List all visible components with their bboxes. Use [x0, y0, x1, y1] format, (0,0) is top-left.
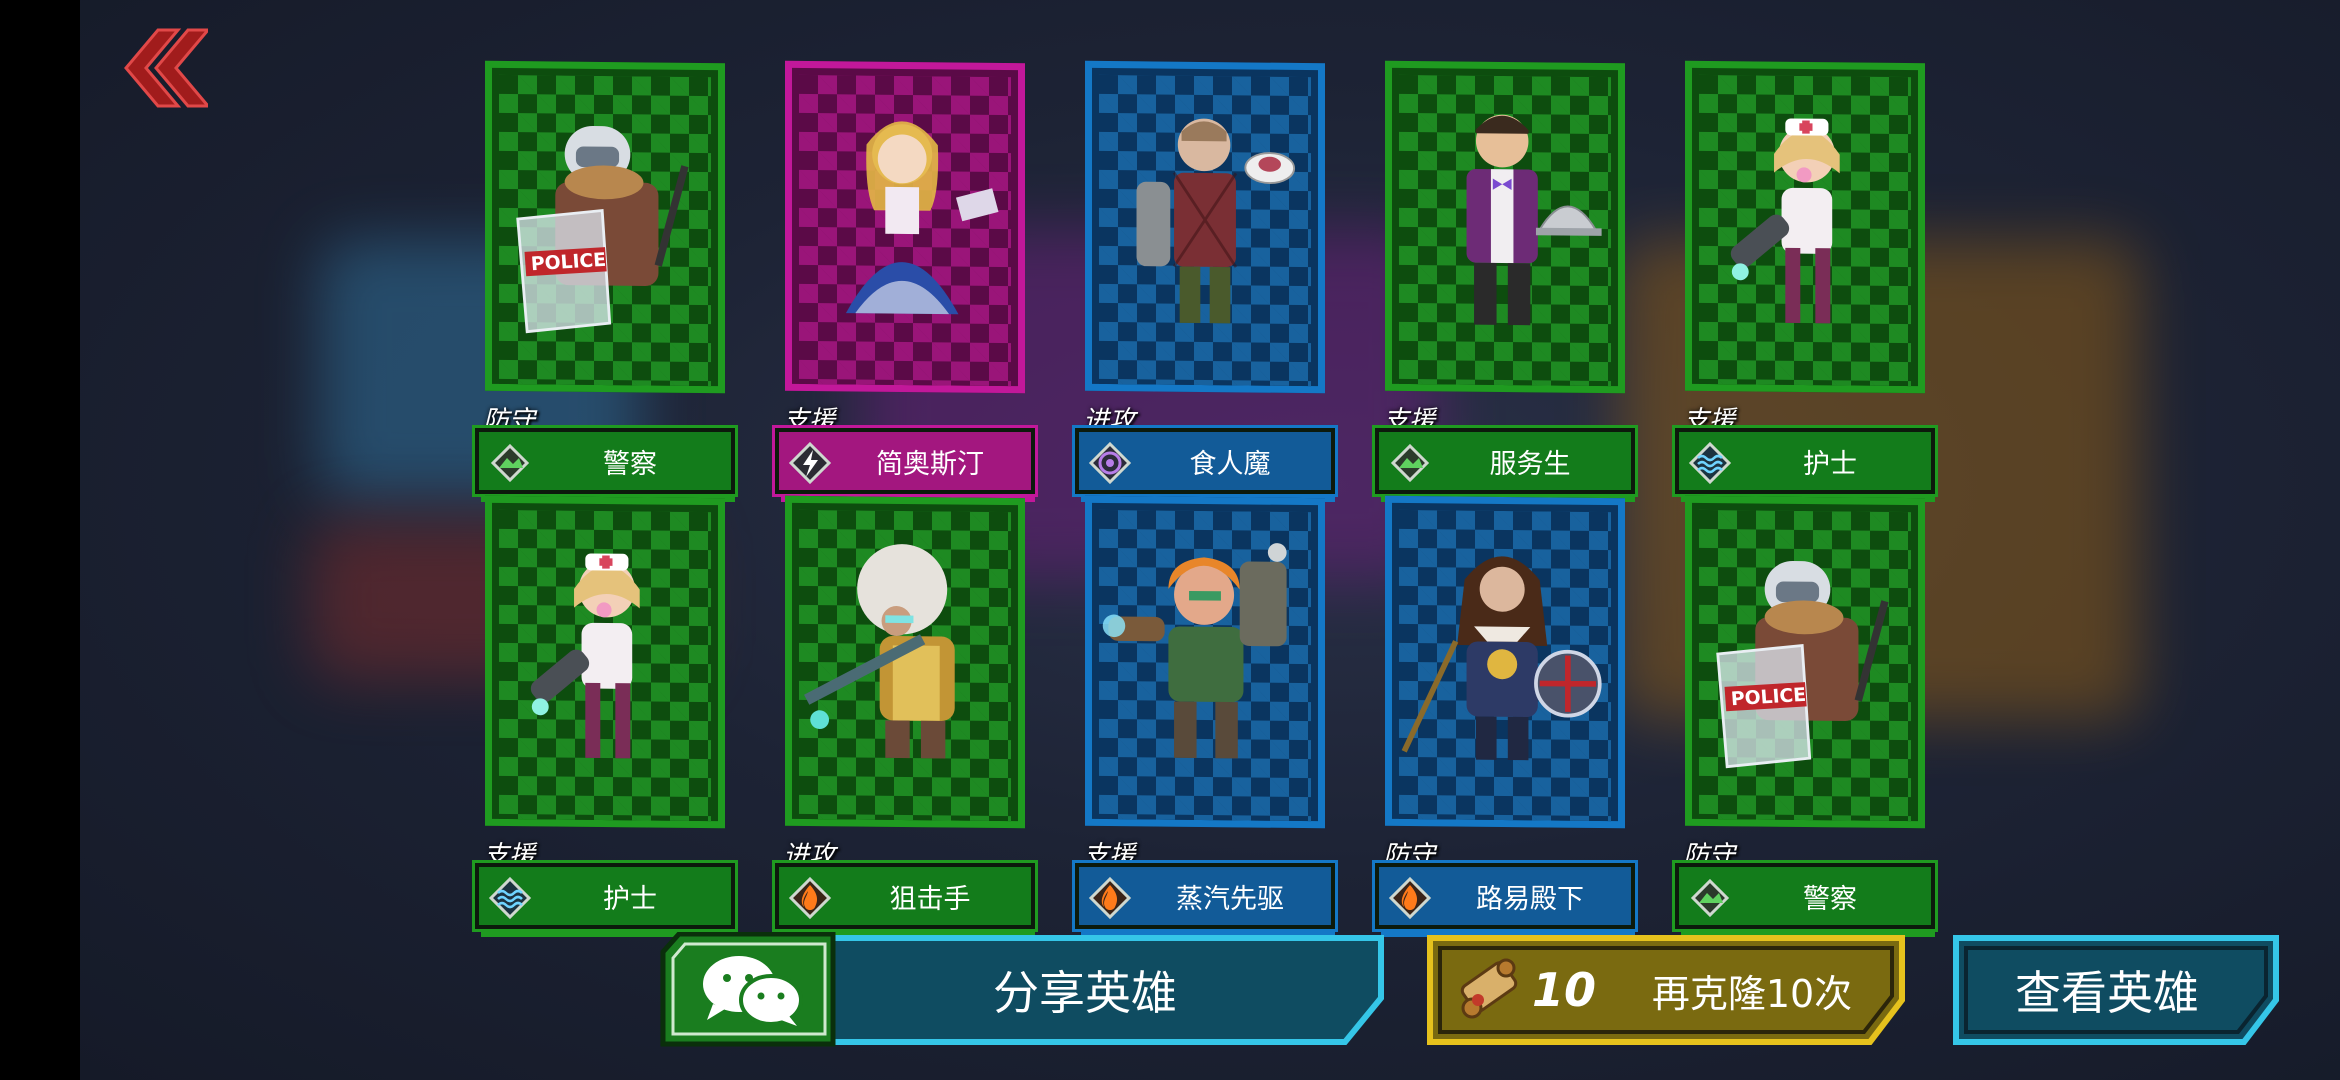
hero-name-plate: 路易殿下	[1372, 860, 1638, 932]
fire-element-icon	[1087, 875, 1133, 921]
game-screen: POLICE 防守 警察 支援 简奥斯汀 进攻 食人魔 支援 服务生 支援 护士 支援 护士	[80, 0, 2340, 1080]
double-chevron-left-icon	[124, 28, 208, 108]
water-element-icon	[1687, 440, 1733, 486]
hero-card[interactable]: POLICE 防守 警察	[472, 60, 738, 502]
hero-name-plate: 狙击手	[772, 860, 1038, 932]
hero-portrait-frame: POLICE	[1685, 495, 1925, 829]
hero-name-plate: 护士	[472, 860, 738, 932]
hero-portrait	[1399, 509, 1611, 822]
svg-text:POLICE: POLICE	[530, 250, 606, 275]
hero-card[interactable]: 防守 路易殿下	[1372, 495, 1638, 937]
hero-portrait	[1099, 74, 1311, 387]
hero-card[interactable]: 支援 服务生	[1372, 60, 1638, 502]
hero-portrait-frame	[1385, 495, 1625, 829]
hero-name-plate: 蒸汽先驱	[1072, 860, 1338, 932]
earth-element-icon	[487, 440, 533, 486]
share-hero-button[interactable]: 分享英雄	[655, 932, 1387, 1048]
hero-portrait	[1099, 509, 1311, 822]
hero-portrait-frame: POLICE	[485, 60, 725, 394]
clone-again-button[interactable]: 10 再克隆10次	[1426, 934, 1906, 1046]
hero-name-plate: 护士	[1672, 425, 1938, 497]
hero-name-label: 狙击手	[889, 883, 971, 915]
hero-portrait: POLICE	[499, 74, 711, 387]
hero-name-plate: 警察	[472, 425, 738, 497]
lightning-element-icon	[787, 440, 833, 486]
hero-name-plate: 食人魔	[1072, 425, 1338, 497]
view-heroes-label: 查看英雄	[2015, 966, 2199, 1020]
hero-portrait-frame	[1085, 60, 1325, 394]
hero-card[interactable]: 支援 简奥斯汀	[772, 60, 1038, 502]
earth-element-icon	[1687, 875, 1733, 921]
hero-name-label: 简奥斯汀	[876, 448, 984, 480]
hero-portrait	[799, 509, 1011, 822]
hero-portrait-frame	[785, 495, 1025, 829]
hero-name-label: 食人魔	[1189, 448, 1271, 480]
hero-portrait	[499, 509, 711, 822]
clone-again-label: 再克隆10次	[1651, 971, 1853, 1016]
hero-name-label: 路易殿下	[1476, 883, 1584, 915]
fire-element-icon	[1387, 875, 1433, 921]
scroll-icon	[1460, 958, 1518, 1019]
hero-name-plate: 警察	[1672, 860, 1938, 932]
hero-portrait	[1699, 74, 1911, 387]
hero-card[interactable]: 支援 蒸汽先驱	[1072, 495, 1338, 937]
hero-portrait-frame	[485, 495, 725, 829]
hero-portrait-frame	[1685, 60, 1925, 394]
hero-name-label: 警察	[1803, 883, 1857, 915]
back-button[interactable]	[118, 28, 208, 108]
hero-name-label: 护士	[603, 883, 657, 915]
hero-card[interactable]: 支援 护士	[1672, 60, 1938, 502]
hero-card[interactable]: 进攻 狙击手	[772, 495, 1038, 937]
earth-element-icon	[1387, 440, 1433, 486]
hero-card[interactable]: 进攻 食人魔	[1072, 60, 1338, 502]
void-element-icon	[1087, 440, 1133, 486]
hero-name-label: 护士	[1803, 448, 1857, 480]
hero-portrait	[799, 74, 1011, 387]
share-hero-label: 分享英雄	[993, 966, 1177, 1020]
hero-card[interactable]: 支援 护士	[472, 495, 738, 937]
clone-cost-label: 10	[1531, 963, 1596, 1017]
hero-portrait-frame	[1085, 495, 1325, 829]
hero-portrait	[1399, 74, 1611, 387]
fire-element-icon	[787, 875, 833, 921]
hero-portrait-frame	[1385, 60, 1625, 394]
view-heroes-button[interactable]: 查看英雄	[1952, 934, 2280, 1046]
hero-name-plate: 简奥斯汀	[772, 425, 1038, 497]
wechat-icon	[703, 956, 803, 1026]
hero-card[interactable]: POLICE 防守 警察	[1672, 495, 1938, 937]
hero-name-plate: 服务生	[1372, 425, 1638, 497]
water-element-icon	[487, 875, 533, 921]
svg-text:POLICE: POLICE	[1730, 685, 1806, 710]
hero-name-label: 警察	[603, 448, 657, 480]
hero-name-label: 蒸汽先驱	[1176, 883, 1284, 915]
hero-portrait-frame	[785, 60, 1025, 394]
hero-portrait: POLICE	[1699, 509, 1911, 822]
hero-name-label: 服务生	[1489, 448, 1571, 480]
